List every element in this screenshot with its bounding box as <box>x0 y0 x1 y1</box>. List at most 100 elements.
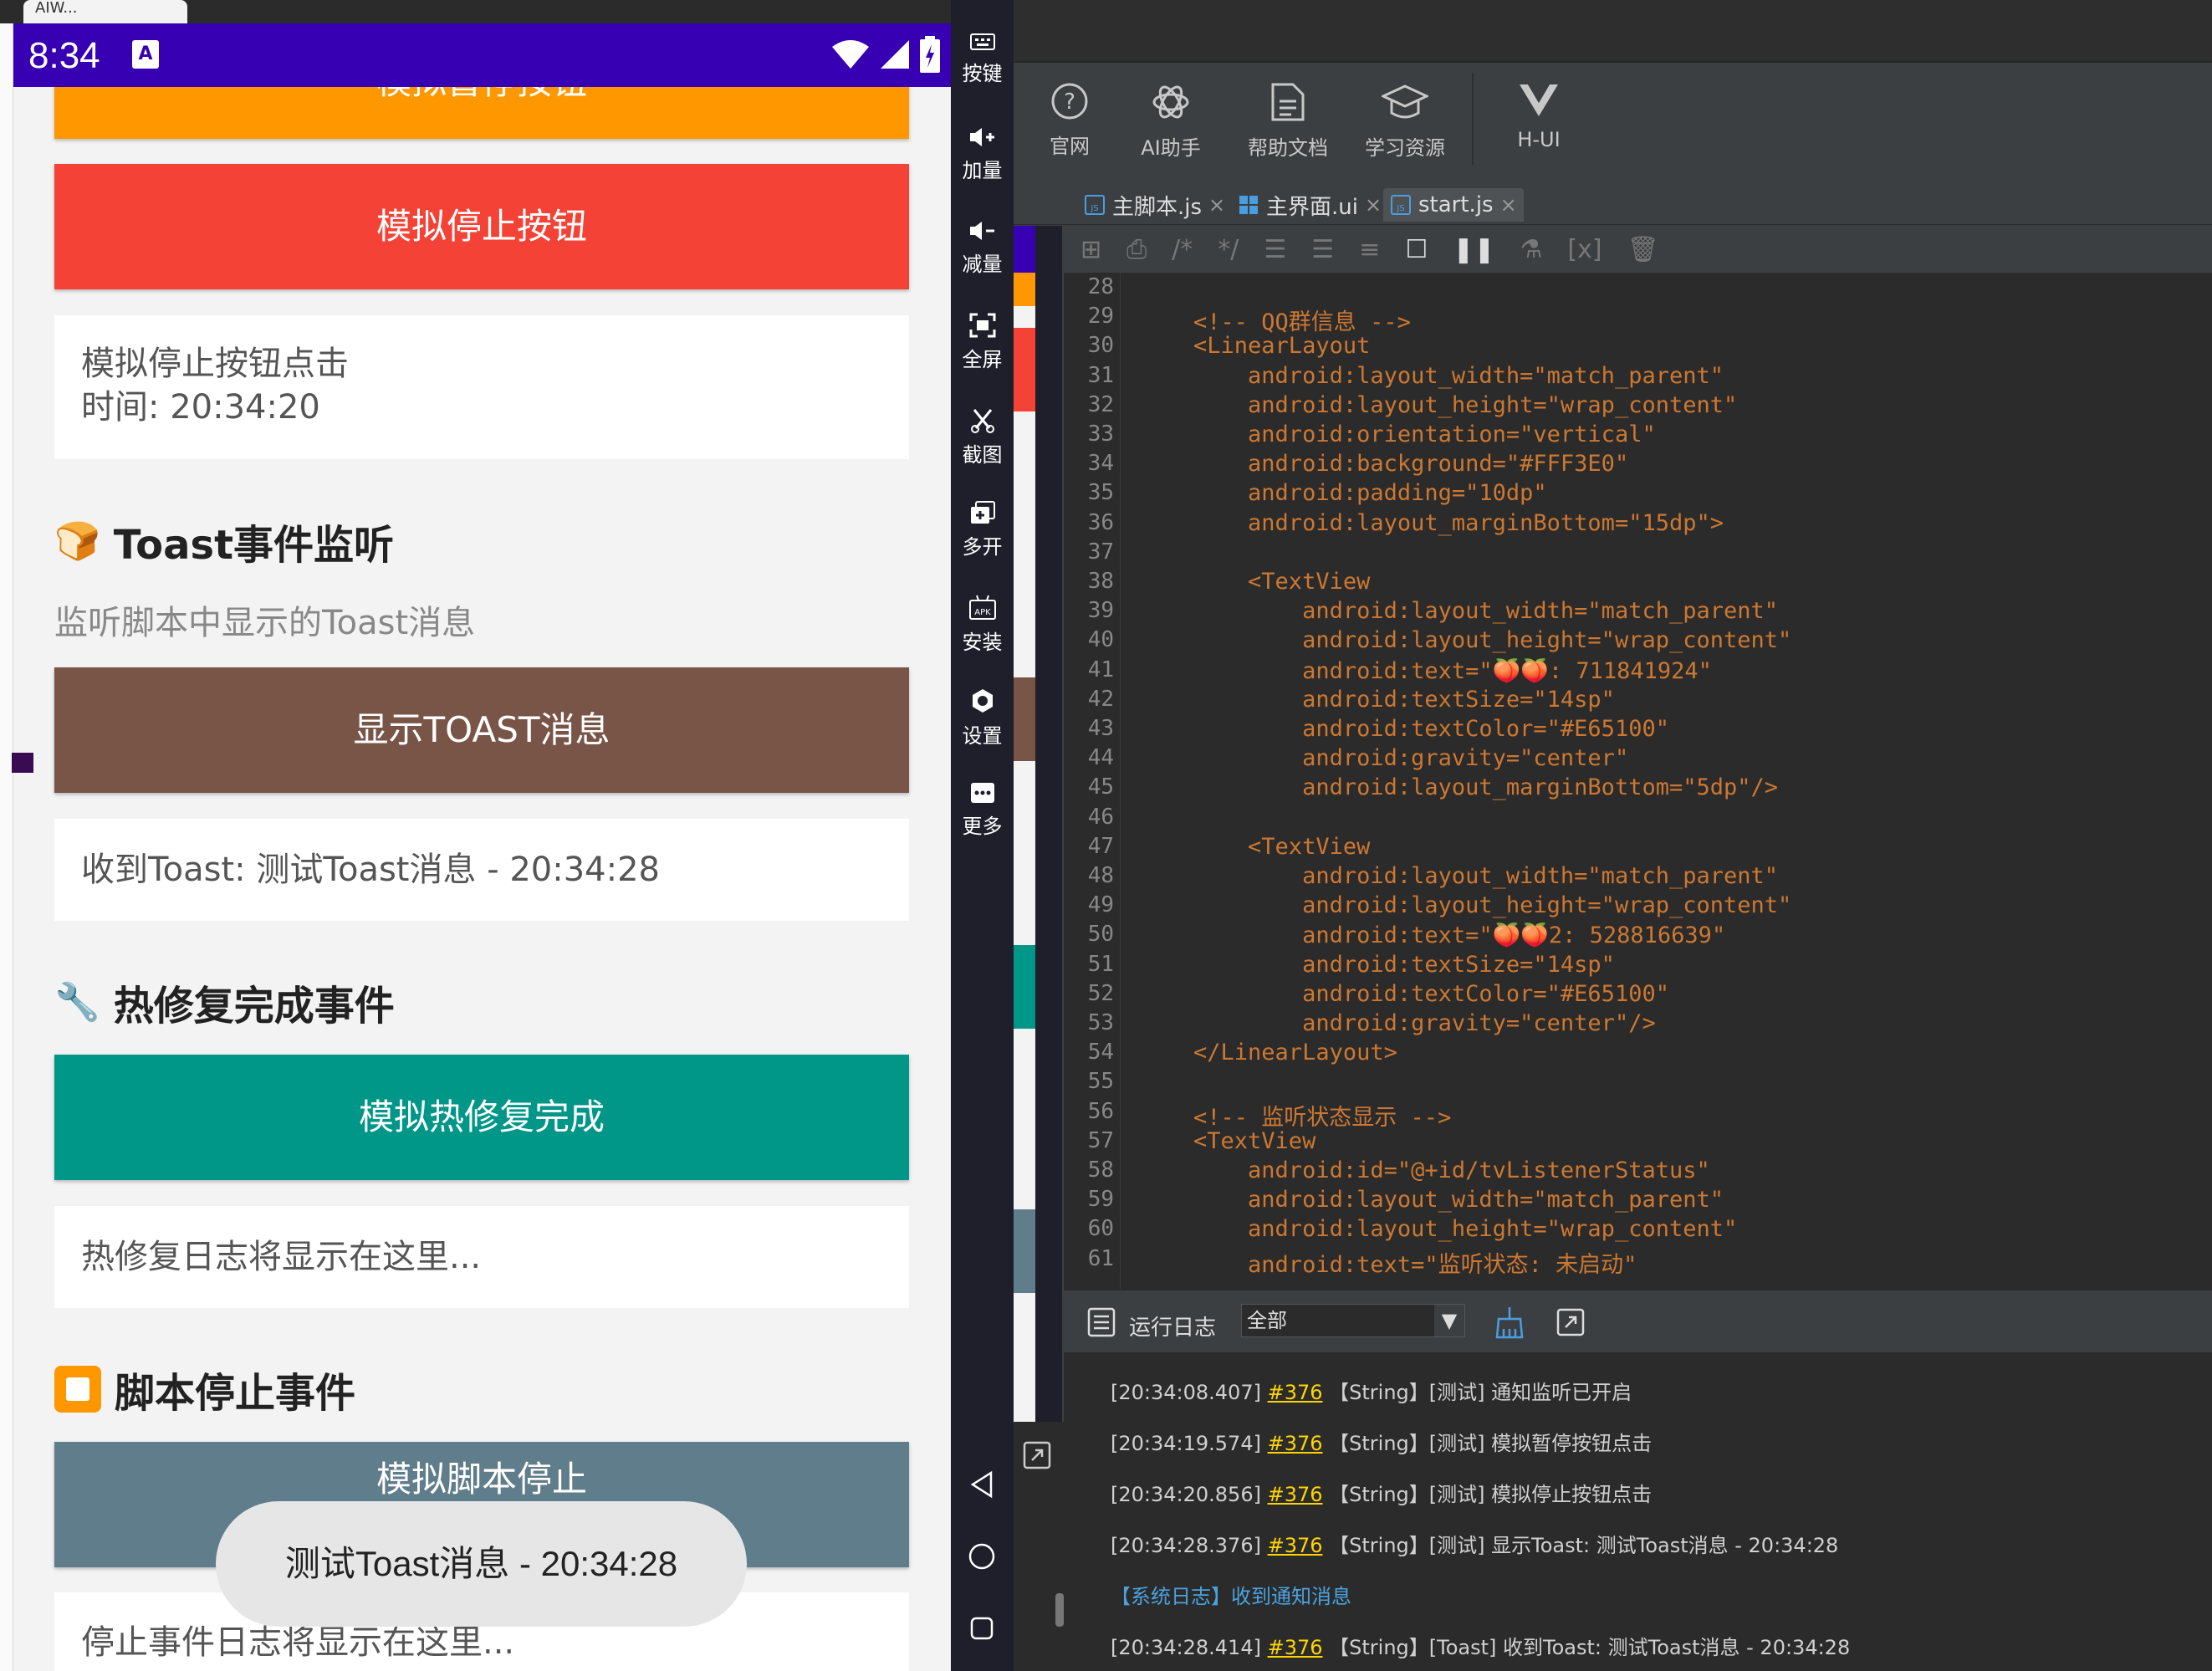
code-line: android:gravity="center"/> <box>1139 1010 1656 1036</box>
log-link[interactable]: #376 <box>1268 1381 1323 1404</box>
close-icon[interactable]: × <box>1365 193 1382 217</box>
log-link[interactable]: #376 <box>1268 1432 1323 1455</box>
line-number: 59 <box>1087 1187 1114 1213</box>
volume-up-icon <box>969 128 994 146</box>
line-gutter: 28 29 30 31 32 33 34 35 36 37 38 39 40 41 42 43 44 45 46 47… <box>1064 273 1121 1289</box>
show-toast-button[interactable]: 显示TOAST消息 <box>54 667 909 793</box>
emulator-sidebar: 按键 加量 减量 全屏 截图 多开 APK 安装 设置 更多 <box>951 0 1014 1671</box>
code-editor[interactable]: 28 29 30 31 32 33 34 35 36 37 38 39 40 41 42 43 44 45 46 47… <box>1064 273 2212 1289</box>
line-number: 33 <box>1087 422 1114 447</box>
pause-icon[interactable]: ❚❚ <box>1453 235 1494 264</box>
add-icon[interactable]: ⊞ <box>1080 235 1101 264</box>
flask-icon[interactable]: ⚗ <box>1520 235 1543 264</box>
back-nav-icon[interactable] <box>969 1470 994 1499</box>
stop-log-card: 模拟停止按钮点击 时间: 20:34:20 <box>54 315 909 459</box>
tool-ai[interactable]: AI助手 <box>1121 81 1221 161</box>
code-line: android:layout_width="match_parent" <box>1139 1187 1724 1214</box>
log-link[interactable]: #376 <box>1268 1483 1323 1506</box>
outdent-icon[interactable]: ☰ <box>1311 235 1334 264</box>
code-line: android:id="@+id/tvListenerStatus" <box>1139 1157 1710 1183</box>
log-timestamp: [20:34:19.574] <box>1111 1432 1261 1455</box>
comment-icon[interactable]: /* <box>1172 235 1193 264</box>
code-line: android:text="监听状态: 未启动" <box>1139 1251 1637 1278</box>
recents-nav-icon[interactable] <box>969 1616 994 1641</box>
line-number: 34 <box>1087 451 1114 477</box>
close-icon[interactable]: × <box>1500 193 1517 217</box>
line-number: 57 <box>1087 1127 1114 1153</box>
code-line: android:textSize="14sp" <box>1139 686 1615 713</box>
sidebar-item-fullscreen[interactable]: 全屏 <box>951 313 1014 372</box>
sidebar-item-more[interactable]: 更多 <box>951 781 1014 839</box>
indent-icon[interactable]: ☰ <box>1264 235 1286 264</box>
export-icon[interactable] <box>1556 1307 1586 1337</box>
variables-icon[interactable]: [x] <box>1567 235 1602 264</box>
keyboard-icon <box>969 33 995 50</box>
sidebar-item-volume-down[interactable]: 减量 <box>951 219 1014 277</box>
sidebar-item-screenshot[interactable]: 截图 <box>951 406 1014 468</box>
sidebar-item-label: 全屏 <box>962 348 1003 371</box>
tool-h-ui[interactable]: H-UI <box>1489 81 1589 151</box>
hotfix-log-card: 热修复日志将显示在这里... <box>54 1206 909 1308</box>
code-line: android:layout_width="match_parent" <box>1139 863 1779 889</box>
sidebar-item-label: 安装 <box>962 631 1003 654</box>
sidebar-item-volume-up[interactable]: 加量 <box>951 125 1014 183</box>
show-toast-button-label: 显示TOAST消息 <box>353 709 610 750</box>
code-line: android:layout_height="wrap_content" <box>1139 391 1738 418</box>
line-number: 58 <box>1087 1157 1114 1183</box>
line-number: 40 <box>1087 627 1114 653</box>
apk-icon: APK <box>968 595 996 620</box>
scrollbar[interactable] <box>1055 1593 1064 1627</box>
hotfix-button[interactable]: 模拟热修复完成 <box>54 1055 909 1180</box>
bread-icon: 🍞 <box>54 520 100 563</box>
tab-main-script[interactable]: JS 主脚本.js × <box>1077 188 1232 222</box>
sidebar-item-settings[interactable]: 设置 <box>951 687 1014 749</box>
line-number: 56 <box>1087 1098 1114 1124</box>
line-number: 29 <box>1087 304 1114 330</box>
log-message: 【String】[Toast] 收到Toast: 测试Toast消息 - 20:… <box>1329 1636 1851 1659</box>
detach-icon[interactable] <box>1022 1440 1052 1470</box>
tab-label: start.js <box>1418 192 1494 217</box>
sidebar-item-install[interactable]: APK 安装 <box>951 594 1014 655</box>
log-timestamp: [20:34:20.856] <box>1111 1483 1261 1506</box>
tool-docs[interactable]: 帮助文档 <box>1238 81 1338 161</box>
preview-teal <box>1014 945 1035 1029</box>
sidebar-item-multi[interactable]: 多开 <box>951 500 1014 560</box>
stop-icon[interactable]: ☐ <box>1405 235 1428 264</box>
phone-screen: 模拟暂停按钮 模拟停止按钮 模拟停止按钮点击 时间: 20:34:20 🍞 To… <box>0 0 951 1671</box>
tool-learning[interactable]: 学习资源 <box>1355 81 1455 161</box>
browser-tab[interactable]: AIW... <box>23 0 187 23</box>
format-icon[interactable]: ≡ <box>1359 235 1380 264</box>
close-icon[interactable]: × <box>1208 193 1225 217</box>
sidebar-item-label: 加量 <box>962 159 1003 182</box>
preview-bluegrey <box>1014 1209 1035 1293</box>
stopscript-title-text: 脚本停止事件 <box>115 1370 356 1417</box>
sidebar-item-keys[interactable]: 按键 <box>951 32 1014 86</box>
wifi-icon <box>832 40 869 69</box>
log-link[interactable]: #376 <box>1268 1636 1323 1659</box>
hotfix-section-title: 🔧 热修复完成事件 <box>54 973 395 1031</box>
tab-main-ui[interactable]: 主界面.ui × <box>1231 188 1388 222</box>
line-number: 44 <box>1087 745 1114 771</box>
wrench-icon: 🔧 <box>54 981 100 1024</box>
log-filter-select[interactable]: 全部 ▼ <box>1241 1304 1465 1337</box>
tool-label: AI助手 <box>1141 136 1201 160</box>
code-line: android:layout_marginBottom="15dp"> <box>1139 509 1724 536</box>
tab-start-js[interactable]: JS start.js × <box>1383 188 1524 222</box>
phone-left-edge <box>0 0 13 1671</box>
stop-button[interactable]: 模拟停止按钮 <box>54 164 909 289</box>
line-number: 46 <box>1087 804 1114 830</box>
trash-icon[interactable]: 🗑 <box>1627 235 1659 264</box>
preview-brown <box>1014 677 1035 761</box>
line-number: 35 <box>1087 480 1114 506</box>
pause-button[interactable]: 模拟暂停按钮 <box>54 82 909 139</box>
broom-icon[interactable] <box>1494 1306 1525 1339</box>
toast-popup: 测试Toast消息 - 20:34:28 <box>216 1501 747 1627</box>
stop-log-line2: 时间: 20:34:20 <box>81 388 320 427</box>
uncomment-icon[interactable]: */ <box>1218 235 1239 264</box>
tool-website[interactable]: ? 官网 <box>1019 81 1120 159</box>
print-icon[interactable]: ⎙ <box>1126 235 1147 264</box>
browser-tab-strip: AIW... <box>0 0 951 23</box>
document-icon <box>1271 83 1305 121</box>
log-link[interactable]: #376 <box>1268 1534 1323 1557</box>
home-nav-icon[interactable] <box>968 1542 996 1571</box>
